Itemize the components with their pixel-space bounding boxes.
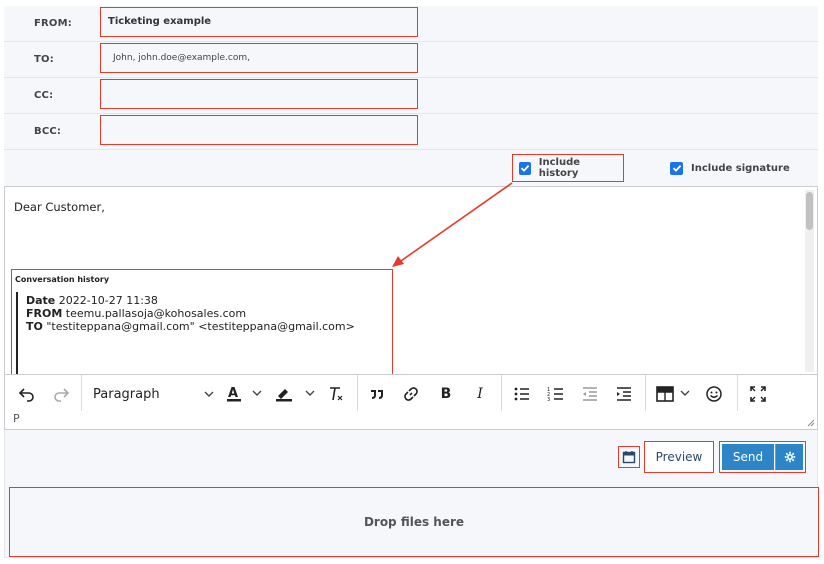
- conversation-history-title: Conversation history: [15, 275, 110, 284]
- options-row: Include history Include signature: [4, 150, 818, 186]
- emoji-icon: [706, 386, 722, 402]
- undo-button[interactable]: [13, 375, 41, 413]
- toolbar-separator: [501, 375, 502, 412]
- toolbar-separator: [357, 375, 358, 412]
- cc-field[interactable]: [100, 79, 418, 109]
- link-button[interactable]: [397, 375, 425, 413]
- schedule-send-button[interactable]: [618, 446, 640, 468]
- insert-table-button[interactable]: [653, 375, 695, 413]
- file-drop-zone[interactable]: Drop files here: [9, 487, 819, 557]
- history-to-line: TO "testiteppana@gmail.com" <testiteppan…: [26, 320, 355, 333]
- toolbar-separator: [737, 375, 738, 412]
- italic-button[interactable]: I: [467, 375, 493, 413]
- bcc-row: BCC:: [4, 114, 818, 150]
- send-button-group: Send: [719, 441, 806, 473]
- include-history-checkbox[interactable]: [519, 161, 531, 175]
- text-color-icon: A: [227, 386, 262, 402]
- drop-zone-label: Drop files here: [363, 515, 465, 529]
- from-field[interactable]: Ticketing example: [100, 7, 418, 37]
- italic-icon: I: [477, 386, 483, 402]
- undo-icon: [18, 388, 34, 402]
- to-row: TO: John, john.doe@example.com,: [4, 42, 818, 78]
- outdent-icon: [583, 387, 597, 401]
- to-label: TO:: [34, 54, 54, 65]
- preview-button[interactable]: Preview: [644, 441, 714, 473]
- clear-formatting-button[interactable]: [323, 375, 349, 413]
- history-from-key: FROM: [26, 307, 63, 320]
- table-icon: [656, 386, 690, 402]
- bullet-list-icon: [514, 387, 529, 401]
- include-signature-label: Include signature: [691, 162, 790, 174]
- bullet-list-button[interactable]: [509, 375, 535, 413]
- text-color-button[interactable]: A: [223, 375, 267, 413]
- blockquote-button[interactable]: [363, 375, 391, 413]
- toolbar-separator: [645, 375, 646, 412]
- indent-button[interactable]: [611, 375, 637, 413]
- history-date-value: 2022-10-27 11:38: [58, 294, 158, 307]
- history-to-value: "testiteppana@gmail.com" <testiteppana@g…: [46, 320, 355, 333]
- history-from-value: teemu.pallasoja@kohosales.com: [65, 307, 247, 320]
- quote-icon: [371, 390, 383, 399]
- bcc-label: BCC:: [34, 126, 62, 137]
- calendar-icon: [622, 451, 636, 464]
- indent-icon: [617, 387, 631, 401]
- fullscreen-button[interactable]: [745, 375, 771, 413]
- bold-button[interactable]: B: [433, 375, 459, 413]
- emoji-button[interactable]: [701, 375, 727, 413]
- editor-statusbar: P: [4, 411, 818, 430]
- send-options-button[interactable]: [775, 444, 803, 470]
- include-history-option[interactable]: Include history: [512, 154, 624, 182]
- numbered-list-button[interactable]: 123: [543, 375, 569, 413]
- bcc-field[interactable]: [100, 115, 418, 145]
- send-button[interactable]: Send: [722, 444, 774, 470]
- svg-text:3: 3: [547, 397, 550, 403]
- history-date-key: Date: [26, 294, 56, 307]
- block-format-select[interactable]: Paragraph: [89, 375, 219, 413]
- conversation-history-block: Conversation history Date 2022-10-27 11:…: [11, 269, 393, 375]
- history-date-line: Date 2022-10-27 11:38: [26, 294, 158, 307]
- cc-label: CC:: [34, 90, 54, 101]
- highlight-color-button[interactable]: [271, 375, 321, 413]
- gear-icon: [784, 451, 795, 463]
- scrollbar-thumb[interactable]: [806, 192, 813, 230]
- redo-icon: [54, 388, 70, 402]
- from-row: FROM: Ticketing example: [4, 6, 818, 42]
- resize-grip-icon[interactable]: [806, 418, 815, 427]
- link-icon: [404, 387, 418, 401]
- redo-button[interactable]: [47, 375, 75, 413]
- include-signature-checkbox[interactable]: [670, 161, 683, 175]
- include-signature-option[interactable]: Include signature: [670, 154, 790, 182]
- numbered-list-icon: 123: [547, 387, 563, 403]
- editor-scrollbar[interactable]: [805, 190, 814, 372]
- from-label: FROM:: [34, 18, 72, 29]
- editor-toolbar: Paragraph A B I 123: [4, 374, 818, 412]
- to-field[interactable]: John, john.doe@example.com,: [100, 43, 418, 73]
- blockquote-bar: [16, 292, 18, 374]
- bold-icon: B: [440, 386, 452, 402]
- fullscreen-icon: [750, 386, 766, 402]
- outdent-button[interactable]: [577, 375, 603, 413]
- cc-row: CC:: [4, 78, 818, 114]
- block-format-label: Paragraph: [93, 386, 160, 402]
- clear-formatting-icon: [330, 387, 343, 401]
- include-history-label: Include history: [538, 157, 581, 179]
- message-editor[interactable]: Dear Customer, Conversation history Date…: [4, 186, 818, 376]
- chevron-down-icon: [204, 391, 214, 397]
- greeting-text: Dear Customer,: [14, 200, 105, 214]
- svg-text:A: A: [228, 386, 238, 401]
- history-to-key: TO: [26, 320, 43, 333]
- toolbar-separator: [81, 375, 82, 412]
- history-from-line: FROM teemu.pallasoja@kohosales.com: [26, 307, 246, 320]
- element-path[interactable]: P: [13, 412, 20, 425]
- highlighter-icon: [276, 389, 315, 402]
